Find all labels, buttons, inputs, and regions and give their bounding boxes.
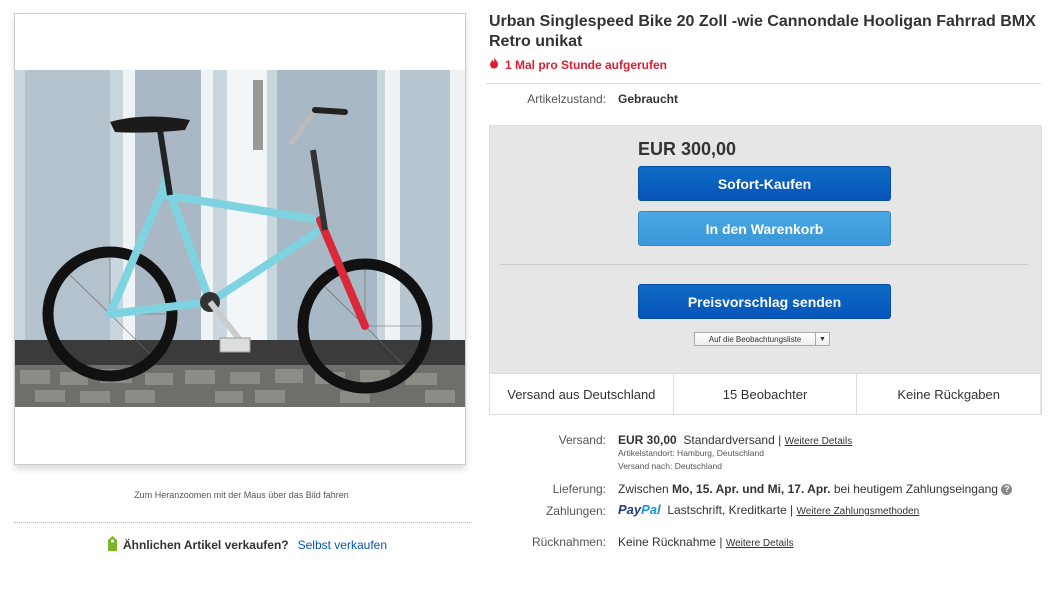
shipping-price: EUR 30,00 <box>618 433 677 447</box>
title-divider <box>486 83 1041 84</box>
fact-shipping-from: Versand aus Deutschland <box>490 374 674 414</box>
fact-returns: Keine Rückgaben <box>897 386 1000 402</box>
shipping-row: EUR 30,00 Standardversand | Weitere Deta… <box>618 433 853 447</box>
returns-label: Rücknahmen: <box>531 535 606 549</box>
watchlist-dropdown[interactable]: Auf die Beobachtungsliste ▼ <box>694 332 830 346</box>
sell-yourself-link[interactable]: Selbst verkaufen <box>298 538 387 552</box>
make-offer-button[interactable]: Preisvorschlag senden <box>638 284 891 319</box>
image-viewer[interactable] <box>14 13 466 465</box>
zoom-hint: Zum Heranzoomen mit der Maus über das Bi… <box>134 490 349 500</box>
payments-row: PayPal Lastschrift, Kreditkarte | Weiter… <box>618 502 920 517</box>
watchlist-label[interactable]: Auf die Beobachtungsliste <box>695 335 815 344</box>
shipping-details-link[interactable]: Weitere Details <box>785 436 853 447</box>
delivery-dates: Mo, 15. Apr. und Mi, 17. Apr. <box>672 482 831 496</box>
product-photo[interactable] <box>15 70 465 407</box>
returns-details-link[interactable]: Weitere Details <box>726 538 794 549</box>
listing-title: Urban Singlespeed Bike 20 Zoll -wie Cann… <box>489 13 1036 50</box>
bike-photo-illustration <box>15 70 465 407</box>
add-to-cart-button[interactable]: In den Warenkorb <box>638 211 891 246</box>
delivery-label: Lieferung: <box>552 482 606 496</box>
shipping-label: Versand: <box>558 433 606 447</box>
payments-other: Lastschrift, Kreditkarte <box>667 503 787 517</box>
delivery-row: Zwischen Mo, 15. Apr. und Mi, 17. Apr. b… <box>618 482 1013 496</box>
ships-to: Versand nach: Deutschland <box>618 461 722 471</box>
returns-row: Keine Rücknahme | Weitere Details <box>618 535 794 549</box>
returns-value: Keine Rücknahme <box>618 535 717 549</box>
shipping-method: Standardversand <box>683 433 775 447</box>
sell-similar-row: Ähnlichen Artikel verkaufen? Selbst verk… <box>107 536 387 554</box>
item-location: Artikelstandort: Hamburg, Deutschland <box>618 448 764 458</box>
paypal-logo: PayPal <box>618 502 661 517</box>
help-icon[interactable]: ? <box>1001 484 1013 496</box>
price: EUR 300,00 <box>638 139 737 159</box>
delivery-pre: Zwischen <box>618 482 669 496</box>
sell-tag-icon <box>107 536 118 554</box>
delivery-post: bei heutigem Zahlungseingang <box>833 482 998 496</box>
sell-similar-question: Ähnlichen Artikel verkaufen? <box>123 538 289 552</box>
condition-label: Artikelzustand: <box>527 92 606 106</box>
fact-watchers: 15 Beobachter <box>674 374 858 414</box>
payments-label: Zahlungen: <box>545 504 606 518</box>
payment-methods-link[interactable]: Weitere Zahlungsmethoden <box>797 506 920 517</box>
views-indicator: 1 Mal pro Stunde aufgerufen <box>489 57 667 72</box>
flame-icon <box>489 57 499 72</box>
buybox-facts: Versand aus Deutschland 15 Beobachter Ke… <box>490 373 1040 414</box>
left-divider <box>14 522 472 523</box>
buy-now-button[interactable]: Sofort-Kaufen <box>638 166 891 201</box>
condition-value: Gebraucht <box>618 92 679 106</box>
chevron-down-icon[interactable]: ▼ <box>815 333 829 345</box>
views-text: 1 Mal pro Stunde aufgerufen <box>505 57 668 72</box>
buybox-separator <box>500 264 1028 265</box>
